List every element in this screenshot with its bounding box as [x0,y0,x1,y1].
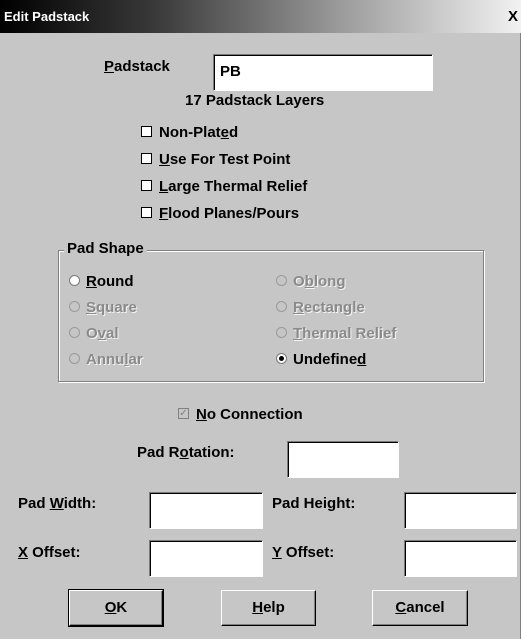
round-label: ound [96,273,134,290]
pad-width-label-b: idth: [63,495,97,512]
pad-rotation-label-b: tation: [188,444,235,461]
padstack-label-hotkey: P [104,58,115,75]
annular-radio-dot [69,352,80,364]
title-bar[interactable]: Edit Padstack X [0,0,521,33]
annular-label-b: ar [128,351,143,368]
x-offset-field[interactable] [149,540,263,577]
edit-padstack-dialog: Edit Padstack X Padstack PB 17 Padstack … [0,0,521,639]
pad-rotation-label-a: Pad R [137,444,180,461]
large-thermal-relief-label-hotkey: L [159,178,169,195]
large-thermal-relief-label: arge Thermal Relief [168,178,308,195]
square-label-hotkey: S [86,299,97,316]
y-offset-label: Y Offset: [272,544,334,561]
oval-label-a: O [86,325,98,342]
oval-label-hotkey: v [97,325,107,342]
use-for-test-point-label: se For Test Point [169,151,291,168]
pad-shape-square-radio: Square [69,299,137,317]
oblong-radio-dot [276,274,287,286]
pad-width-label: Pad Width: [18,495,96,512]
round-label-hotkey: R [86,273,97,290]
no-connection-label-hotkey: N [196,406,207,423]
pad-rotation-field[interactable] [287,441,399,478]
pad-height-label-a: Pad Hei [272,495,328,512]
help-label: elp [263,599,285,616]
pad-rotation-label-hotkey: o [179,444,189,461]
pad-shape-annular-radio: Annular [69,351,143,369]
pad-width-label-a: Pad [18,495,50,512]
pad-shape-rectangle-radio: Rectangle [276,299,365,317]
flood-planes-pours-checkbox[interactable]: Flood Planes/Pours [141,205,299,223]
close-icon[interactable]: X [505,9,521,25]
oblong-label-hotkey: b [304,273,314,290]
thermal-relief-label: hermal Relief [302,325,397,342]
rectangle-radio-dot [276,300,287,312]
oval-radio-dot [69,326,80,338]
no-connection-check-icon: ✓ [178,407,189,419]
non-plated-checkbox[interactable]: Non-Plated [141,124,238,142]
help-button[interactable]: Help [221,590,316,626]
y-offset-label-b: Offset: [281,544,335,561]
oval-label-b: al [106,325,119,342]
cancel-label: ancel [406,599,445,616]
ok-label-hotkey: O [104,599,117,616]
round-radio-dot[interactable] [69,274,80,286]
use-for-test-point-checkbox[interactable]: Use For Test Point [141,151,290,169]
flood-planes-pours-checkbox-box[interactable] [141,206,152,218]
padstack-label: Padstack [104,58,170,75]
pad-shape-round-radio[interactable]: Round [69,273,134,291]
pad-shape-thermal-relief-radio: Thermal Relief [276,325,396,343]
y-offset-label-hotkey: Y [272,544,282,561]
large-thermal-relief-checkbox[interactable]: Large Thermal Relief [141,178,307,196]
cancel-label-hotkey: C [395,599,407,616]
help-label-hotkey: H [252,599,264,616]
pad-height-label-b: ht: [336,495,356,512]
square-label: quare [96,299,137,316]
square-radio-dot [69,300,80,312]
non-plated-label-hotkey: e [220,124,230,141]
pad-shape-group-label: Pad Shape [64,240,147,257]
annular-label-a: Annu [86,351,125,368]
padstack-layers-count: 17 Padstack Layers [185,92,325,109]
padstack-name-field[interactable]: PB [213,54,433,91]
pad-shape-oval-radio: Oval [69,325,119,343]
pad-width-label-hotkey: W [49,495,64,512]
x-offset-label: X Offset: [18,544,81,561]
pad-height-label: Pad Height: [272,495,355,512]
ok-label: K [116,599,128,616]
flood-planes-pours-label: lood Planes/Pours [168,205,300,222]
flood-planes-pours-label-hotkey: F [159,205,169,222]
ok-button[interactable]: OK [68,589,164,627]
y-offset-field[interactable] [404,540,517,577]
non-plated-checkbox-box[interactable] [141,125,152,137]
padstack-label-rest: adstack [114,58,170,75]
use-for-test-point-checkbox-box[interactable] [141,152,152,164]
pad-rotation-label: Pad Rotation: [137,444,235,461]
undefined-label-hotkey: d [357,351,367,368]
undefined-label-a: Undefine [293,351,358,368]
pad-height-field[interactable] [404,492,517,529]
no-connection-checkbox: ✓ No Connection [178,406,303,424]
pad-height-label-hotkey: g [327,495,337,512]
pad-shape-oblong-radio: Oblong [276,273,346,291]
x-offset-label-hotkey: X [18,544,29,561]
use-for-test-point-label-hotkey: U [159,151,170,168]
undefined-radio-dot[interactable] [276,352,287,364]
pad-width-field[interactable] [149,492,263,529]
rectangle-label: ectangle [303,299,365,316]
non-plated-label-b: d [229,124,239,141]
rectangle-label-hotkey: R [293,299,304,316]
non-plated-label-a: Non-Plat [159,124,221,141]
oblong-label-b: long [313,273,346,290]
thermal-relief-radio-dot [276,326,287,338]
window-title: Edit Padstack [4,9,90,24]
no-connection-label: o Connection [206,406,303,423]
cancel-button[interactable]: Cancel [372,590,468,626]
thermal-relief-label-hotkey: T [293,325,303,342]
pad-shape-undefined-radio[interactable]: Undefined [276,351,366,369]
large-thermal-relief-checkbox-box[interactable] [141,179,152,191]
oblong-label-a: O [293,273,305,290]
x-offset-label-b: Offset: [28,544,81,561]
